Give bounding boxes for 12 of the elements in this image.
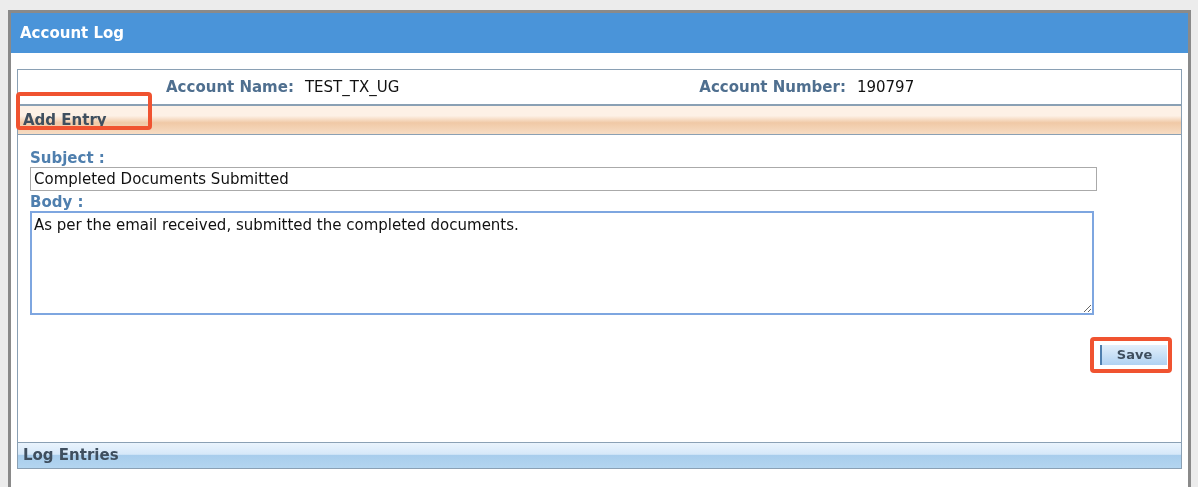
subject-field[interactable]: Completed Documents Submitted: [30, 167, 1097, 191]
account-name-value: TEST_TX_UG: [304, 76, 400, 98]
body-field[interactable]: As per the email received, submitted the completed documents.: [30, 211, 1094, 315]
account-name-label: Account Name:: [166, 76, 294, 98]
section-title: Add Entry: [23, 109, 107, 131]
field-label: Body :: [30, 193, 84, 211]
account-number-value: 190797: [856, 76, 915, 98]
account-number-label: Account Number:: [699, 76, 846, 98]
save-button[interactable]: Save: [1100, 345, 1167, 365]
field-label: Subject :: [30, 149, 105, 167]
window-title: Account Log: [20, 22, 125, 44]
section-title: Log Entries: [23, 445, 119, 467]
